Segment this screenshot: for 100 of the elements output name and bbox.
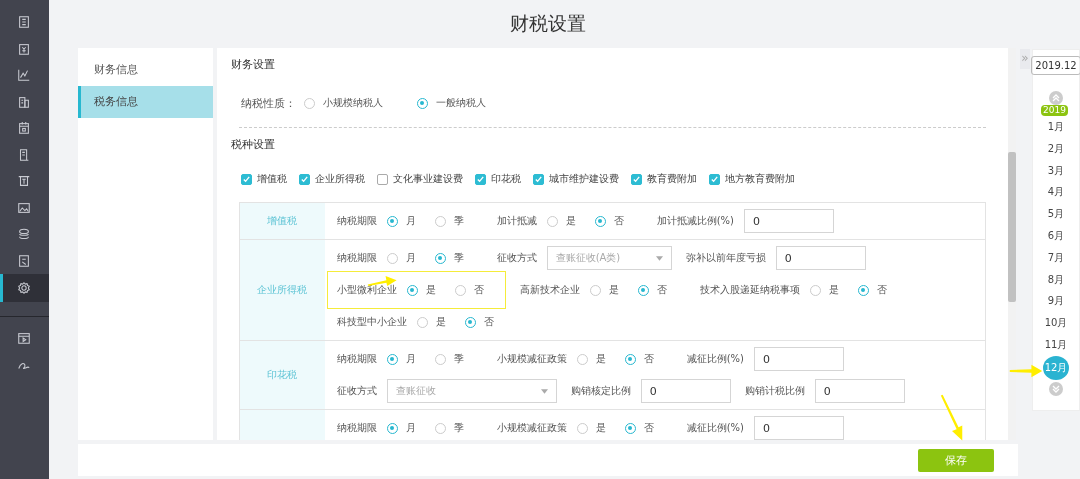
field-label: 纳税期限 — [336, 352, 377, 366]
radio-button[interactable] — [624, 353, 636, 365]
checkbox[interactable] — [708, 173, 720, 185]
option-label: 是 — [435, 315, 446, 329]
radio-button[interactable] — [637, 284, 649, 296]
radio-button[interactable] — [624, 422, 636, 434]
option-label: 月 — [405, 421, 416, 435]
tag-icon — [17, 41, 32, 56]
field-label: 购销核定比例 — [570, 384, 631, 398]
radio-button[interactable] — [546, 215, 558, 227]
field-label: 纳税期限 — [336, 251, 377, 265]
checkbox[interactable] — [630, 173, 642, 185]
register-icon — [17, 174, 32, 189]
scrollbar-thumb[interactable] — [1007, 152, 1016, 302]
option-label: 月 — [405, 214, 416, 228]
month-item[interactable]: 8月 — [1047, 268, 1065, 291]
option-label: 季 — [453, 251, 464, 265]
radio-button[interactable] — [576, 353, 588, 365]
month-item[interactable]: 1月 — [1047, 116, 1065, 138]
tax-name: 企业所得税 — [257, 283, 308, 297]
month-item[interactable]: 6月 — [1047, 225, 1065, 247]
input-field[interactable]: 0 — [814, 379, 905, 403]
section-title: 财务设置 — [230, 57, 276, 71]
option-label: 季 — [453, 421, 464, 435]
page-title: 财税设置 — [508, 11, 587, 36]
radio-button[interactable] — [386, 353, 398, 365]
radio-button[interactable] — [434, 252, 446, 264]
radio-button[interactable] — [857, 284, 869, 296]
radio-button[interactable] — [589, 284, 601, 296]
radio-button[interactable] — [454, 284, 466, 296]
sidebar-item[interactable] — [0, 274, 49, 302]
radio-button[interactable] — [416, 316, 428, 328]
period-field[interactable]: 2019.12 — [1031, 56, 1080, 75]
radio-button[interactable] — [434, 422, 446, 434]
month-item[interactable]: 2月 — [1047, 137, 1065, 160]
month-item[interactable]: 10月 — [1044, 312, 1068, 334]
field-label: 高新技术企业 — [519, 283, 580, 297]
month-item[interactable]: 5月 — [1047, 203, 1065, 225]
radio-button[interactable] — [809, 284, 821, 296]
nav-item[interactable]: 税务信息 — [77, 86, 213, 118]
radio-button[interactable] — [576, 422, 588, 434]
month-item[interactable]: 7月 — [1047, 246, 1065, 269]
field-label: 加计抵减 — [496, 214, 537, 228]
radio-button[interactable] — [406, 284, 418, 296]
field-label: 科技型中小企业 — [336, 315, 407, 329]
section-title: 税种设置 — [230, 137, 276, 151]
option-label: 否 — [473, 283, 484, 297]
checkbox[interactable] — [474, 173, 486, 185]
field-label: 小规模减征政策 — [496, 421, 567, 435]
scroll-up-button[interactable] — [1049, 91, 1063, 105]
checkbox-label: 教育费附加 — [646, 172, 697, 186]
checkbox[interactable] — [240, 173, 252, 185]
radio-button[interactable] — [386, 422, 398, 434]
option-label: 否 — [643, 352, 654, 366]
checkbox-label: 文化事业建设费 — [392, 172, 463, 186]
invoice-icon — [17, 253, 32, 268]
input-field[interactable]: 0 — [753, 347, 844, 371]
field-label: 技术入股递延纳税事项 — [699, 283, 800, 297]
option-label: 一般纳税人 — [435, 96, 486, 110]
input-field[interactable]: 0 — [640, 379, 731, 403]
month-item[interactable]: 4月 — [1047, 181, 1065, 204]
checkbox-label: 地方教育费附加 — [724, 172, 795, 186]
field-label: 减征比例(%) — [686, 352, 744, 366]
radio-button[interactable] — [303, 97, 315, 109]
checkbox[interactable] — [532, 173, 544, 185]
field-label: 纳税期限 — [336, 214, 377, 228]
field-label: 纳税性质： — [240, 95, 296, 111]
option-label: 是 — [608, 283, 619, 297]
caret-icon — [655, 255, 663, 261]
tax-name: 印花税 — [267, 368, 298, 382]
input-field[interactable]: 0 — [775, 246, 866, 270]
month-item[interactable]: 3月 — [1047, 159, 1065, 182]
field-label: 征收方式 — [336, 384, 377, 398]
radio-button[interactable] — [386, 215, 398, 227]
radio-button[interactable] — [416, 97, 428, 109]
radio-button[interactable] — [464, 316, 476, 328]
option-label: 是 — [595, 352, 606, 366]
radio-button[interactable] — [386, 252, 398, 264]
month-item[interactable]: 9月 — [1047, 290, 1065, 313]
input-field[interactable]: 0 — [753, 416, 844, 440]
year-badge: 2019 — [1041, 105, 1068, 116]
checkbox[interactable] — [298, 173, 310, 185]
option-label: 否 — [876, 283, 887, 297]
month-item[interactable]: 11月 — [1044, 333, 1068, 356]
list-icon — [17, 15, 32, 30]
checkbox[interactable] — [376, 173, 388, 185]
input-field[interactable]: 0 — [743, 209, 834, 233]
checkbox-label: 企业所得税 — [314, 172, 365, 186]
nav-item[interactable]: 财务信息 — [77, 54, 213, 86]
checkbox-label: 城市维护建设费 — [548, 172, 619, 186]
radio-button[interactable] — [434, 353, 446, 365]
calendar-icon — [17, 121, 32, 136]
chart-icon — [17, 68, 32, 83]
field-label: 购销计税比例 — [744, 384, 805, 398]
option-label: 否 — [643, 421, 654, 435]
radio-button[interactable] — [594, 215, 606, 227]
image-icon — [17, 200, 32, 215]
scroll-down-button[interactable] — [1049, 381, 1063, 396]
radio-button[interactable] — [434, 215, 446, 227]
field-label: 减征比例(%) — [686, 421, 744, 435]
